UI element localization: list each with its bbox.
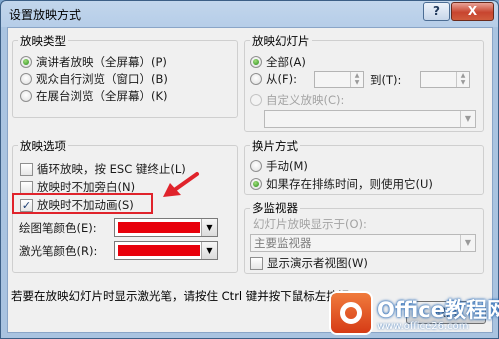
to-label: 到(T):	[370, 73, 402, 87]
watermark-brand: Office教程网	[377, 298, 499, 322]
radio-icon	[20, 73, 32, 85]
title-bar: 设置放映方式 ? X	[1, 1, 498, 27]
laser-color-label: 激光笔颜色(R):	[19, 244, 98, 258]
pen-color-picker[interactable]: ▼	[114, 218, 218, 237]
radio-use-timings[interactable]: 如果存在排练时间，则使用它(U)	[250, 176, 433, 192]
pen-color-swatch	[118, 222, 200, 233]
watermark-url: www.office26.com	[377, 321, 469, 332]
checkbox-icon	[20, 180, 33, 194]
radio-label: 全部(A)	[266, 55, 306, 69]
annotation-highlight-box	[12, 193, 153, 214]
custom-show-select[interactable]: ▼	[264, 110, 476, 128]
checkbox-label: 显示演示者视图(W)	[267, 256, 368, 270]
chevron-down-icon[interactable]: ▼	[460, 235, 475, 251]
radio-presenter-show[interactable]: 演讲者放映（全屏幕）(P)	[20, 54, 167, 70]
slides-title: 放映幻灯片	[250, 33, 312, 49]
radio-label: 观众自行浏览（窗口）(B)	[36, 72, 168, 86]
radio-kiosk[interactable]: 在展台浏览（全屏幕）(K)	[20, 88, 168, 104]
monitor-select-value: 主要监视器	[254, 236, 312, 250]
pen-color-label: 绘图笔颜色(E):	[19, 221, 97, 235]
radio-label: 从(F):	[266, 72, 297, 86]
radio-icon	[20, 90, 32, 102]
advance-title: 换片方式	[250, 138, 300, 154]
radio-icon	[250, 94, 262, 106]
radio-label: 自定义放映(C):	[266, 93, 345, 107]
checkbox-icon	[250, 256, 263, 270]
to-slide-spinner[interactable]: ▲ ▼	[420, 71, 470, 88]
checkbox-icon	[20, 162, 33, 176]
chevron-down-icon[interactable]: ▼	[201, 219, 217, 236]
laser-pointer-hint: 若要在放映幻灯片时显示激光笔，请按住 Ctrl 键并按下鼠标左按钮。	[11, 289, 361, 303]
office-logo-icon	[331, 293, 371, 333]
radio-custom-show[interactable]: 自定义放映(C):	[250, 92, 344, 108]
radio-icon	[250, 160, 262, 172]
radio-from-slides[interactable]: 从(F):	[250, 71, 297, 87]
monitor-select[interactable]: 主要监视器 ▼	[250, 234, 476, 252]
display-on-label: 幻灯片放映显示于(O):	[253, 217, 367, 231]
dialog-title: 设置放映方式	[9, 8, 82, 22]
radio-all-slides[interactable]: 全部(A)	[250, 54, 306, 70]
radio-audience-window[interactable]: 观众自行浏览（窗口）(B)	[20, 71, 168, 87]
from-slide-spinner[interactable]: ▲ ▼	[314, 71, 364, 88]
chevron-down-icon[interactable]: ▼	[201, 242, 217, 259]
radio-icon	[250, 178, 262, 190]
help-button[interactable]: ?	[423, 2, 450, 21]
radio-label: 演讲者放映（全屏幕）(P)	[36, 55, 167, 69]
radio-icon	[250, 56, 262, 68]
dialog-window: 设置放映方式 ? X 放映类型 演讲者放映（全屏幕）(P) 观众自行浏览（窗口）…	[0, 0, 499, 339]
spinner-arrows-icon[interactable]: ▲ ▼	[456, 72, 469, 87]
chevron-down-icon[interactable]: ▼	[460, 111, 475, 127]
radio-label: 手动(M)	[266, 159, 308, 173]
show-options-title: 放映选项	[18, 138, 68, 154]
annotation-arrow-icon	[163, 172, 199, 197]
radio-icon	[250, 73, 262, 85]
laser-color-swatch	[118, 245, 200, 256]
radio-icon	[20, 56, 32, 68]
radio-label: 在展台浏览（全屏幕）(K)	[36, 89, 168, 103]
radio-manual-advance[interactable]: 手动(M)	[250, 158, 308, 174]
checkbox-presenter-view[interactable]: 显示演示者视图(W)	[250, 255, 368, 271]
watermark-logo: Office教程网 www.office26.com	[331, 291, 499, 337]
monitors-title: 多监视器	[250, 200, 300, 216]
laser-color-picker[interactable]: ▼	[114, 241, 218, 260]
show-type-title: 放映类型	[18, 33, 68, 49]
radio-label: 如果存在排练时间，则使用它(U)	[266, 177, 433, 191]
spinner-arrows-icon[interactable]: ▲ ▼	[350, 72, 363, 87]
close-button[interactable]: X	[451, 2, 494, 21]
